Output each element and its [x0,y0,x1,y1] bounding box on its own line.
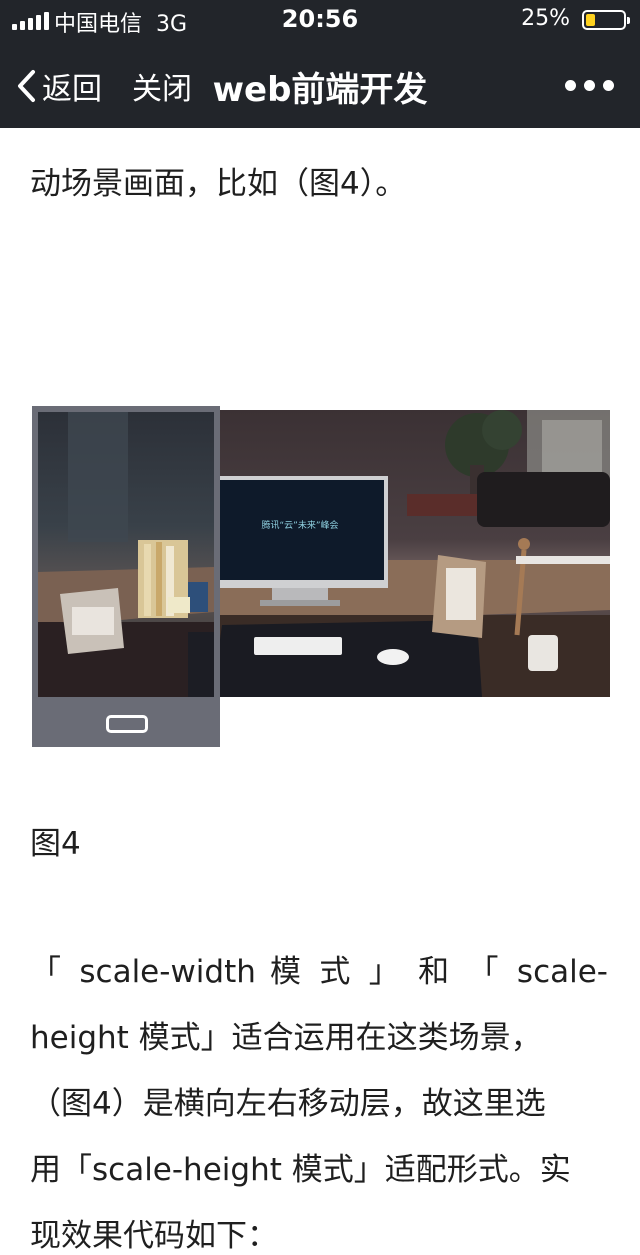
nav-bar: 返回 关闭 web前端开发 [0,40,640,128]
desk-scene-image: 腾讯“云”未来”峰会 [212,410,610,697]
page-title: web前端开发 [212,70,428,110]
paragraph-line: （图4）是横向左右移动层，故这里选 [30,1086,546,1122]
figure-image: 腾讯“云”未来”峰会 [32,406,610,747]
figure-caption: 图4 [30,826,81,862]
more-menu-button[interactable] [565,80,614,91]
more-dot-icon [565,80,576,91]
paragraph-line: height 模式」适合运用在这类场景， [30,1020,542,1056]
paragraph-line: 用「scale-height 模式」适配形式。实 [30,1152,571,1188]
battery-icon [582,10,630,30]
article-text: 动场景画面，比如（图4）。 [30,166,407,202]
battery-percent: 25% [521,6,570,31]
paragraph-line: 「 scale-width 模 式 」 和 「 scale- [30,954,608,990]
paragraph-line: 现效果代码如下： [30,1218,278,1254]
monitor-headline: 腾讯“云”未来”峰会 [262,519,339,531]
phone-screen-image [38,412,214,697]
phone-mockup [32,406,220,747]
more-dot-icon [584,80,595,91]
more-dot-icon [603,80,614,91]
home-button-icon [106,715,148,733]
top-bar: 中国电信 3G 20:56 25% 返回 关闭 web前端开发 [0,0,640,128]
status-bar: 中国电信 3G 20:56 25% [0,0,640,40]
